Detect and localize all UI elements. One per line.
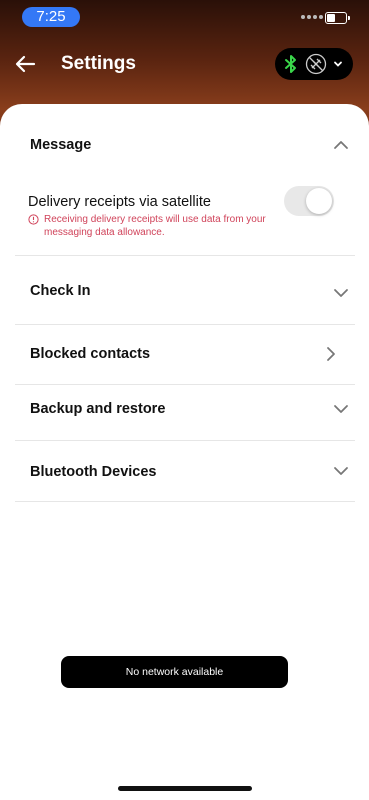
chevron-up-icon[interactable] — [333, 137, 349, 153]
chevron-right-icon[interactable] — [323, 346, 339, 362]
section-label-check-in: Check In — [30, 283, 91, 299]
toast-message: No network available — [61, 656, 288, 688]
page-title: Settings — [61, 53, 136, 74]
signal-icon — [301, 15, 323, 19]
delivery-receipts-label: Delivery receipts via satellite — [28, 194, 211, 210]
info-warning-icon — [28, 214, 39, 225]
divider — [15, 440, 355, 441]
delivery-receipts-toggle[interactable] — [284, 186, 334, 216]
header: Settings — [0, 44, 369, 84]
section-label-blocked-contacts: Blocked contacts — [30, 346, 151, 362]
divider — [15, 255, 355, 256]
status-time: 7:25 — [22, 7, 80, 27]
chevron-down-icon[interactable] — [333, 285, 349, 301]
warning-text: Receiving delivery receipts will use dat… — [44, 214, 266, 238]
section-label-bluetooth-devices: Bluetooth Devices — [30, 464, 157, 480]
chevron-down-icon[interactable] — [333, 463, 349, 479]
arrow-left-icon — [15, 55, 36, 73]
chevron-down-icon — [334, 61, 342, 67]
home-indicator[interactable] — [118, 786, 252, 791]
toggle-knob — [306, 188, 332, 214]
chevron-down-icon[interactable] — [333, 401, 349, 417]
status-bar: 7:25 — [0, 0, 369, 34]
connection-selector[interactable] — [275, 48, 353, 80]
divider — [15, 324, 355, 325]
satellite-icon — [305, 53, 327, 75]
delivery-receipts-warning: Receiving delivery receipts will use dat… — [28, 213, 278, 239]
section-label-backup-restore: Backup and restore — [30, 401, 166, 417]
back-button[interactable] — [10, 48, 42, 80]
divider — [15, 501, 355, 502]
bluetooth-icon — [285, 55, 296, 73]
settings-card: Message Delivery receipts via satellite … — [0, 104, 369, 800]
divider — [15, 384, 355, 385]
section-label-message: Message — [30, 137, 92, 153]
battery-icon — [325, 12, 350, 24]
